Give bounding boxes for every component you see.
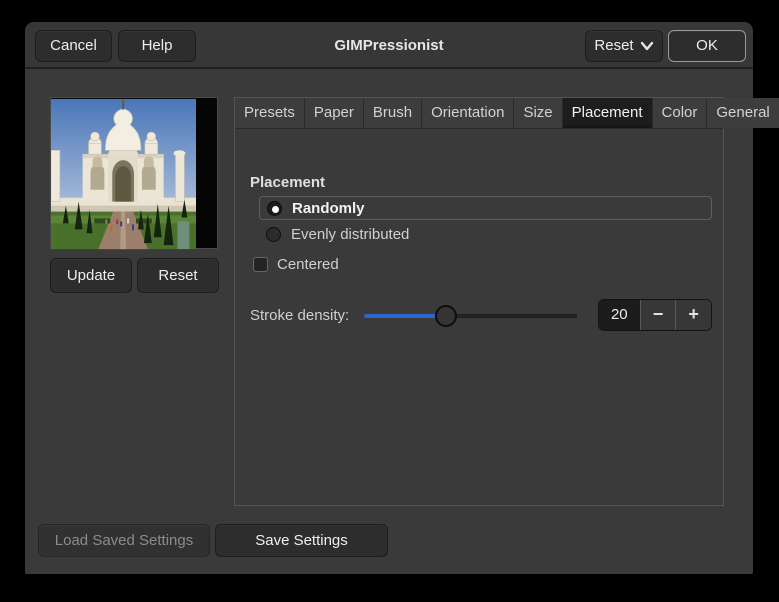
radio-label-evenly-distributed: Evenly distributed (291, 225, 410, 243)
update-button[interactable]: Update (50, 258, 132, 293)
tab-bar: Presets Paper Brush Orientation Size Pla… (235, 98, 779, 129)
tab-color[interactable]: Color (652, 98, 708, 128)
tab-size[interactable]: Size (514, 98, 563, 128)
radio-option-evenly-distributed[interactable]: Evenly distributed (259, 222, 712, 246)
reset-menu-label: Reset (594, 37, 634, 54)
tab-orientation[interactable]: Orientation (422, 98, 515, 128)
stroke-density-slider-handle[interactable] (435, 305, 457, 327)
radio-unselected-icon[interactable] (266, 226, 281, 242)
centered-label: Centered (277, 255, 339, 273)
centered-option[interactable]: Centered (253, 254, 339, 274)
preview-letterbox (196, 98, 217, 248)
tab-placement[interactable]: Placement (562, 98, 653, 128)
stroke-density-row: Stroke density: 20 − + (235, 299, 723, 332)
stroke-density-spinbox: 20 − + (598, 299, 712, 331)
tab-presets[interactable]: Presets (235, 98, 305, 128)
radio-selected-icon[interactable] (267, 200, 282, 216)
decrement-button[interactable]: − (639, 300, 676, 330)
stroke-density-label: Stroke density: (250, 307, 350, 324)
placement-panel: Placement Randomly Evenly distributed Ce… (235, 129, 723, 506)
settings-notebook: Presets Paper Brush Orientation Size Pla… (234, 97, 779, 506)
stroke-density-value-input[interactable]: 20 (599, 300, 640, 330)
gimpressionist-dialog: Cancel Help GIMPressionist Reset OK Upda… (25, 22, 779, 574)
preview-frame (50, 97, 218, 250)
preview-reset-button[interactable]: Reset (137, 258, 219, 293)
ok-button[interactable]: OK (668, 30, 746, 62)
stroke-density-slider[interactable] (364, 299, 577, 332)
tab-brush[interactable]: Brush (363, 98, 423, 128)
header-bar: Cancel Help GIMPressionist Reset OK (25, 22, 753, 69)
checkbox-unchecked-icon[interactable] (253, 256, 268, 272)
tab-paper[interactable]: Paper (304, 98, 364, 128)
radio-option-randomly[interactable]: Randomly (259, 196, 712, 220)
taj-mahal-preview-image (51, 98, 197, 250)
stroke-density-slider-fill (364, 314, 446, 318)
placement-heading: Placement (250, 174, 326, 191)
chevron-down-icon (640, 41, 654, 51)
radio-label-randomly: Randomly (292, 199, 365, 217)
load-saved-settings-button[interactable]: Load Saved Settings (38, 524, 210, 557)
save-settings-button[interactable]: Save Settings (215, 524, 388, 557)
tab-general[interactable]: General (707, 98, 779, 128)
increment-button[interactable]: + (675, 300, 711, 330)
reset-menu-button[interactable]: Reset (585, 30, 663, 62)
